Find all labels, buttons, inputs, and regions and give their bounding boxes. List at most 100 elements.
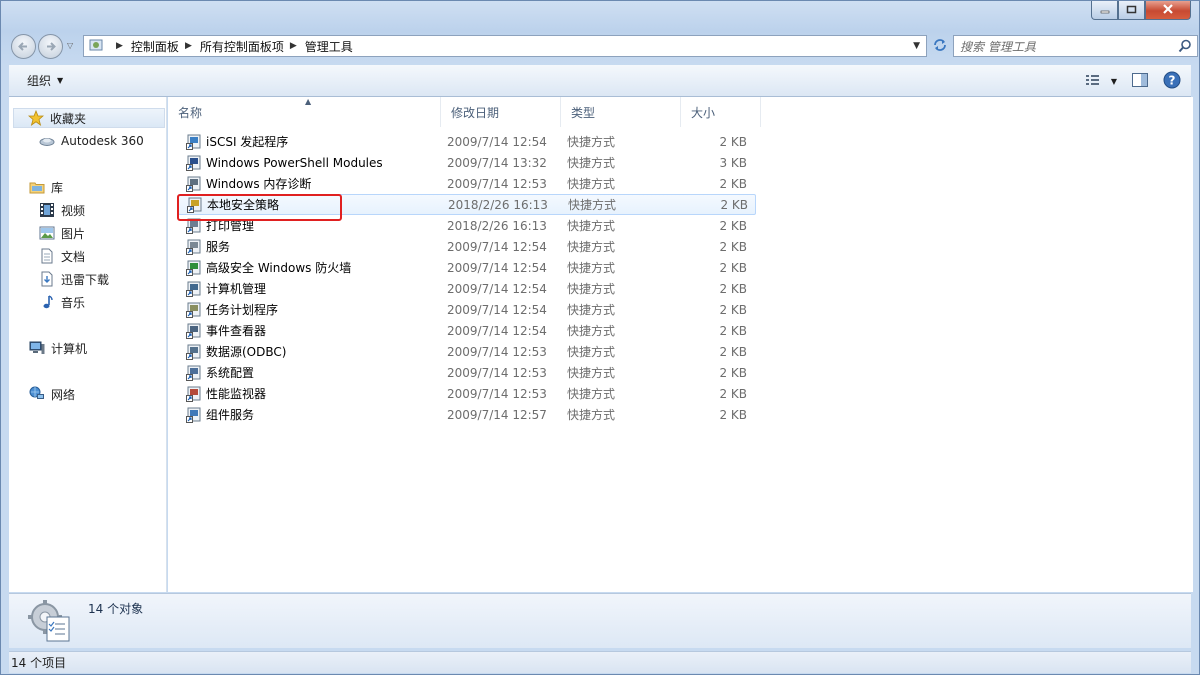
refresh-button[interactable]	[929, 35, 951, 57]
view-options-button[interactable]: ▼	[1085, 73, 1117, 90]
file-size: 3 KB	[719, 155, 747, 170]
nav-item-computer[interactable]: 计算机	[29, 338, 87, 358]
help-button[interactable]: ?	[1163, 71, 1181, 92]
shortcut-icon	[186, 365, 202, 381]
address-dropdown-icon[interactable]: ▼	[913, 41, 920, 51]
nav-label-xunlei: 迅雷下载	[61, 272, 110, 287]
nav-item-videos[interactable]: 视频	[39, 200, 85, 220]
file-name-cell: 计算机管理	[178, 280, 437, 297]
minimize-button[interactable]	[1091, 1, 1118, 20]
breadcrumb-item-all-items[interactable]: 所有控制面板项	[200, 38, 284, 55]
nav-item-library[interactable]: 库	[29, 177, 63, 197]
nav-label-pictures: 图片	[61, 226, 86, 241]
nav-item-network[interactable]: 网络	[29, 384, 75, 404]
table-row[interactable]: 数据源(ODBC) 2009/7/14 12:53 快捷方式 2 KB	[178, 341, 756, 362]
file-date: 2009/7/14 12:54	[447, 302, 547, 317]
file-name-cell: 数据源(ODBC)	[178, 343, 437, 360]
file-name: iSCSI 发起程序	[206, 135, 289, 149]
file-name-cell: 高级安全 Windows 防火墙	[178, 259, 437, 276]
navigation-pane: 收藏夹 Autodesk 360 库 视频 图片 文档 迅雷下载 音乐 计算机 …	[9, 97, 167, 592]
nav-item-xunlei[interactable]: 迅雷下载	[39, 269, 109, 289]
file-size: 2 KB	[720, 197, 748, 212]
forward-button[interactable]	[38, 34, 63, 59]
table-row[interactable]: Windows 内存诊断 2009/7/14 12:53 快捷方式 2 KB	[178, 173, 756, 194]
breadcrumb-item-control-panel[interactable]: 控制面板	[131, 38, 179, 55]
table-row[interactable]: 任务计划程序 2009/7/14 12:54 快捷方式 2 KB	[178, 299, 756, 320]
table-row[interactable]: 事件查看器 2009/7/14 12:54 快捷方式 2 KB	[178, 320, 756, 341]
column-label-name: 名称	[178, 105, 203, 120]
file-type: 快捷方式	[567, 177, 616, 191]
admin-tools-icon	[27, 599, 73, 646]
search-box[interactable]: 搜索 管理工具	[953, 35, 1198, 57]
shortcut-icon	[186, 260, 202, 276]
table-row[interactable]: 组件服务 2009/7/14 12:57 快捷方式 2 KB	[178, 404, 756, 425]
breadcrumb-item-admin-tools[interactable]: 管理工具	[305, 38, 353, 55]
column-label-type: 类型	[571, 105, 596, 120]
file-size: 2 KB	[719, 302, 747, 317]
nav-item-autodesk[interactable]: Autodesk 360	[39, 131, 144, 151]
column-header-type[interactable]: 类型	[561, 97, 681, 127]
file-name-cell: iSCSI 发起程序	[178, 133, 437, 150]
file-type: 快捷方式	[567, 219, 616, 233]
command-bar: 组织 ▼ ▼ ?	[9, 65, 1191, 97]
column-header-size[interactable]: 大小	[681, 97, 761, 127]
file-name: Windows 内存诊断	[206, 177, 312, 191]
recent-pages-chevron-icon[interactable]: ▽	[67, 41, 73, 50]
file-type: 快捷方式	[567, 324, 616, 338]
nav-item-pictures[interactable]: 图片	[39, 223, 85, 243]
organize-button[interactable]: 组织 ▼	[27, 72, 63, 89]
table-row[interactable]: 性能监视器 2009/7/14 12:53 快捷方式 2 KB	[178, 383, 756, 404]
table-row[interactable]: iSCSI 发起程序 2009/7/14 12:54 快捷方式 2 KB	[178, 131, 756, 152]
table-row[interactable]: 高级安全 Windows 防火墙 2009/7/14 12:54 快捷方式 2 KB	[178, 257, 756, 278]
breadcrumb-arrow-icon[interactable]: ▶	[116, 41, 123, 51]
caption-buttons	[1091, 1, 1191, 20]
file-size: 2 KB	[719, 407, 747, 422]
nav-item-documents[interactable]: 文档	[39, 246, 85, 266]
address-row: ▽ ▶ 控制面板 ▶ 所有控制面板项 ▶ 管理工具 ▼ 搜索 管理工具	[9, 33, 1198, 59]
maximize-button[interactable]	[1118, 1, 1145, 20]
status-text: 14 个项目	[11, 656, 67, 670]
file-name: 高级安全 Windows 防火墙	[206, 261, 352, 275]
back-button[interactable]	[11, 34, 36, 59]
file-type: 快捷方式	[567, 366, 616, 380]
file-name-cell: 系统配置	[178, 364, 437, 381]
preview-pane-button[interactable]	[1131, 72, 1149, 91]
table-row[interactable]: 计算机管理 2009/7/14 12:54 快捷方式 2 KB	[178, 278, 756, 299]
file-date: 2009/7/14 12:54	[447, 281, 547, 296]
file-rows: iSCSI 发起程序 2009/7/14 12:54 快捷方式 2 KB Windows…	[178, 131, 756, 425]
forward-arrow-icon	[39, 42, 62, 61]
nav-item-favorites[interactable]: 收藏夹	[13, 108, 165, 128]
table-row[interactable]: 服务 2009/7/14 12:54 快捷方式 2 KB	[178, 236, 756, 257]
file-name-cell: Windows 内存诊断	[178, 175, 437, 192]
address-bar[interactable]: ▶ 控制面板 ▶ 所有控制面板项 ▶ 管理工具 ▼	[83, 35, 927, 57]
help-icon: ?	[1163, 71, 1181, 92]
network-icon	[29, 386, 45, 402]
nav-label-computer: 计算机	[51, 341, 88, 356]
picture-icon	[39, 225, 55, 241]
download-folder-icon	[39, 271, 55, 287]
file-date: 2009/7/14 12:54	[447, 323, 547, 338]
file-size: 2 KB	[719, 176, 747, 191]
close-icon	[1162, 3, 1174, 17]
maximize-icon	[1126, 3, 1137, 17]
column-header-name[interactable]: ▲ 名称	[168, 97, 441, 127]
close-button[interactable]	[1145, 1, 1191, 20]
nav-item-music[interactable]: 音乐	[39, 292, 85, 312]
column-headers: ▲ 名称 修改日期 类型 大小	[168, 97, 761, 127]
file-date: 2009/7/14 12:53	[447, 386, 547, 401]
search-icon[interactable]	[1178, 39, 1192, 56]
breadcrumb-arrow-icon[interactable]: ▶	[290, 41, 297, 51]
shortcut-icon	[186, 281, 202, 297]
file-type: 快捷方式	[567, 282, 616, 296]
breadcrumb-arrow-icon[interactable]: ▶	[185, 41, 192, 51]
file-date: 2009/7/14 12:54	[447, 134, 547, 149]
table-row[interactable]: 系统配置 2009/7/14 12:53 快捷方式 2 KB	[178, 362, 756, 383]
shortcut-icon	[186, 302, 202, 318]
file-name-cell: 性能监视器	[178, 385, 437, 402]
file-size: 2 KB	[719, 134, 747, 149]
file-type: 快捷方式	[567, 387, 616, 401]
column-header-date[interactable]: 修改日期	[441, 97, 561, 127]
search-input[interactable]: 搜索 管理工具	[960, 38, 1036, 55]
file-size: 2 KB	[719, 218, 747, 233]
table-row[interactable]: Windows PowerShell Modules 2009/7/14 13:3…	[178, 152, 756, 173]
